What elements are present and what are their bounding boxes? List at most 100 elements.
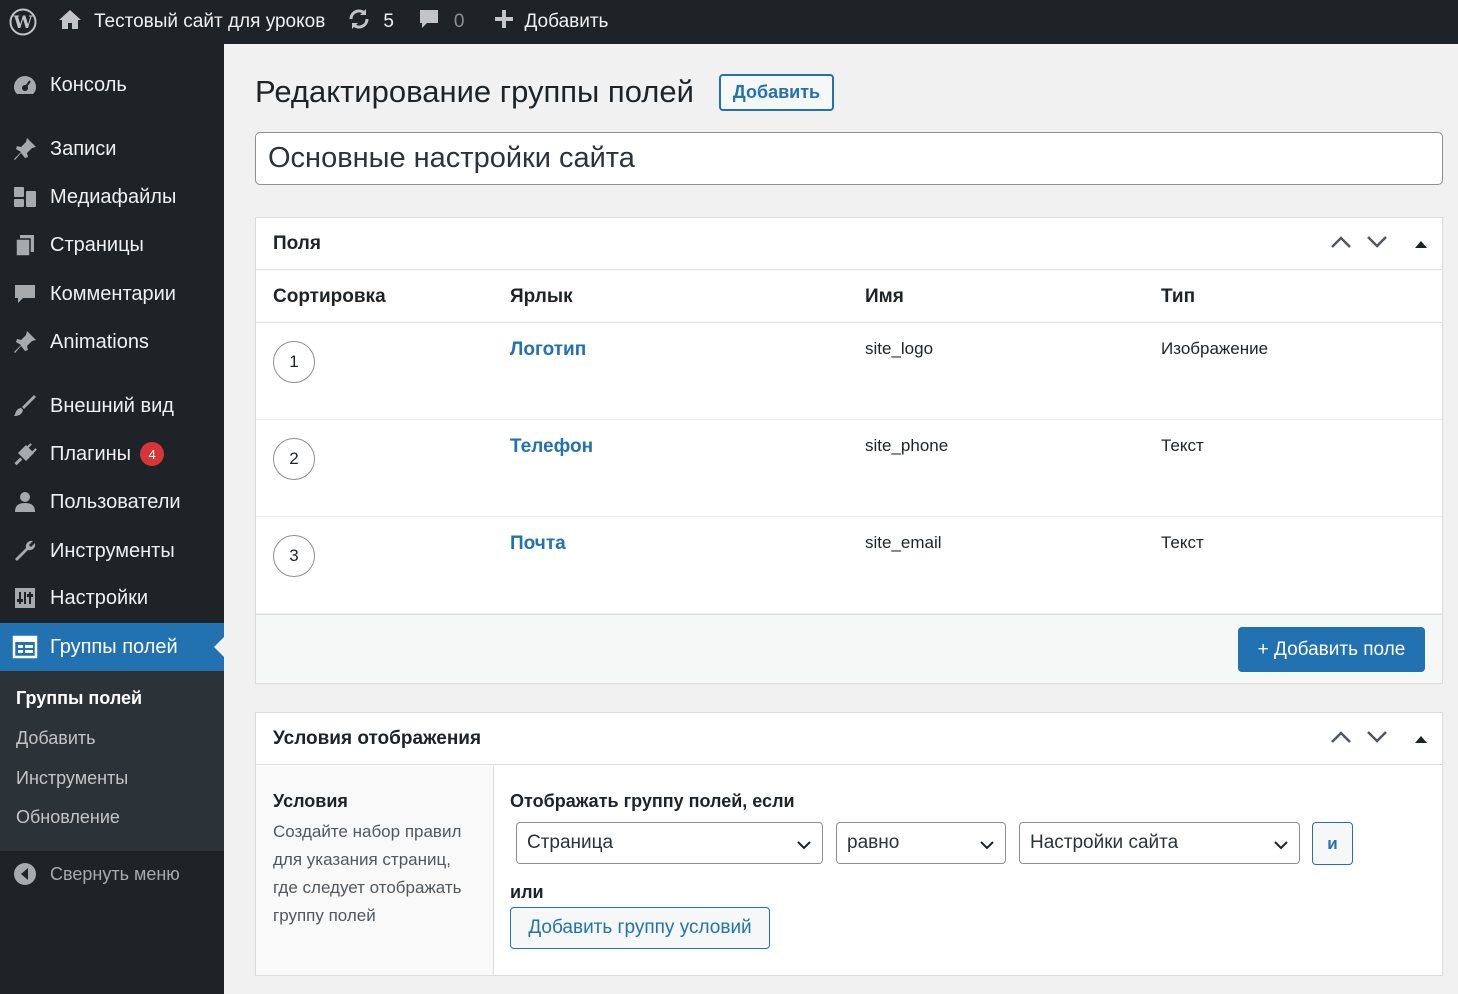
home-icon <box>58 8 82 36</box>
pin-icon <box>0 329 50 355</box>
rule-operator-value: равно <box>847 832 900 853</box>
column-header-order: Сортировка <box>273 286 386 307</box>
refresh-icon <box>347 7 371 37</box>
collapse-toggle-icon[interactable] <box>1414 728 1428 750</box>
sidebar-item-tools[interactable]: Инструменты <box>0 527 224 575</box>
sidebar-item-pages[interactable]: Страницы <box>0 221 224 269</box>
page-title: Редактирование группы полей <box>255 74 694 109</box>
updates-count: 5 <box>383 11 394 32</box>
chevron-up-icon[interactable] <box>1330 233 1352 255</box>
sidebar-item-media[interactable]: Медиафайлы <box>0 173 224 221</box>
settings-icon <box>0 586 50 610</box>
field-group-title-input[interactable]: Основные настройки сайта <box>255 132 1443 185</box>
fields-postbox: Поля Сортировка Ярлык Имя Тип 1 Логотип … <box>255 217 1443 684</box>
rule-value-value: Настройки сайта <box>1030 832 1179 853</box>
submenu-item-add[interactable]: Добавить <box>16 728 96 749</box>
plugin-icon <box>0 441 50 467</box>
collapse-menu-button[interactable]: Свернуть меню <box>0 856 224 892</box>
field-groups-submenu: Группы полей Добавить Инструменты Обновл… <box>0 671 224 851</box>
field-type: Текст <box>1161 533 1204 552</box>
comments-link[interactable]: 0 <box>418 0 465 44</box>
chevron-down-icon <box>1273 836 1289 858</box>
rules-description: Создайте набор правил для указания стран… <box>273 822 462 925</box>
location-rules-postbox: Условия отображения Условия Создайте наб… <box>255 712 1443 976</box>
chevron-down-icon <box>979 836 995 858</box>
user-icon <box>0 490 50 514</box>
pin-icon <box>0 136 50 162</box>
field-name: site_logo <box>865 339 934 358</box>
sidebar-item-plugins[interactable]: Плагины 4 <box>0 430 224 478</box>
wrench-icon <box>0 538 50 564</box>
collapse-toggle-icon[interactable] <box>1414 233 1428 255</box>
table-row[interactable]: 1 Логотип site_logo Изображение <box>256 323 1442 420</box>
updates-link[interactable]: 5 <box>347 0 394 44</box>
order-handle[interactable]: 2 <box>273 438 315 480</box>
or-label: или <box>510 882 544 902</box>
rule-value-select[interactable]: Настройки сайта <box>1019 822 1300 864</box>
rule-param-select[interactable]: Страница <box>516 822 823 864</box>
fields-postbox-header: Поля <box>256 218 1442 270</box>
location-rules-header: Условия отображения <box>256 713 1442 765</box>
order-handle[interactable]: 3 <box>273 535 315 577</box>
admin-sidebar: Консоль Записи Медиафайлы Страницы Комме… <box>0 44 224 994</box>
sidebar-item-animations[interactable]: Animations <box>0 318 224 366</box>
brush-icon <box>0 393 50 419</box>
collapse-arrow-icon <box>0 862 50 886</box>
field-type: Изображение <box>1161 339 1269 358</box>
rules-description-panel: Условия Создайте набор правил для указан… <box>256 766 494 975</box>
field-label-link[interactable]: Телефон <box>510 436 593 458</box>
new-content-label: Добавить <box>524 11 609 32</box>
chevron-down-icon[interactable] <box>1366 233 1388 255</box>
sidebar-item-settings[interactable]: Настройки <box>0 574 224 622</box>
add-rule-group-button[interactable]: Добавить группу условий <box>510 907 770 949</box>
fields-postbox-title: Поля <box>273 232 321 254</box>
new-content-link[interactable]: Добавить <box>494 0 608 44</box>
collapse-menu-label: Свернуть меню <box>50 863 180 884</box>
comment-icon <box>0 282 50 306</box>
rule-group-label: Отображать группу полей, если <box>510 791 795 811</box>
sidebar-item-comments[interactable]: Комментарии <box>0 270 224 318</box>
submenu-item-tools[interactable]: Инструменты <box>16 768 128 789</box>
submenu-item-updates[interactable]: Обновление <box>16 807 120 828</box>
media-icon <box>0 185 50 209</box>
add-and-rule-button[interactable]: и <box>1312 822 1353 865</box>
sidebar-item-dashboard[interactable]: Консоль <box>0 61 224 109</box>
field-label-link[interactable]: Логотип <box>510 339 586 361</box>
wordpress-logo-icon[interactable]: W <box>0 0 46 44</box>
add-field-group-button[interactable]: Добавить <box>719 74 834 111</box>
sidebar-item-field-groups[interactable]: Группы полей <box>0 623 224 671</box>
svg-text:W: W <box>12 13 33 33</box>
rules-heading: Условия <box>273 791 348 811</box>
plugins-update-badge: 4 <box>140 442 165 466</box>
site-title: Тестовый сайт для уроков <box>94 11 326 32</box>
sidebar-item-appearance[interactable]: Внешний вид <box>0 382 224 430</box>
sidebar-item-users[interactable]: Пользователи <box>0 478 224 526</box>
table-row[interactable]: 3 Почта site_email Текст <box>256 517 1442 614</box>
sidebar-item-posts[interactable]: Записи <box>0 125 224 173</box>
order-handle[interactable]: 1 <box>273 341 315 383</box>
chevron-down-icon[interactable] <box>1366 728 1388 750</box>
table-icon <box>0 635 50 659</box>
rule-operator-select[interactable]: равно <box>836 822 1006 864</box>
rule-param-value: Страница <box>527 832 614 853</box>
chevron-up-icon[interactable] <box>1330 728 1352 750</box>
fields-table-header: Сортировка Ярлык Имя Тип <box>256 270 1442 323</box>
pages-icon <box>0 233 50 257</box>
dashboard-icon <box>0 73 50 97</box>
plus-icon <box>494 9 514 35</box>
field-type: Текст <box>1161 436 1204 455</box>
chevron-down-icon <box>796 836 812 858</box>
field-name: site_phone <box>865 436 949 455</box>
comment-icon <box>418 8 440 36</box>
submenu-item-field-groups[interactable]: Группы полей <box>16 688 142 709</box>
column-header-label: Ярлык <box>510 286 573 307</box>
site-name-link[interactable]: Тестовый сайт для уроков <box>58 0 325 44</box>
location-rules-title: Условия отображения <box>273 727 482 749</box>
field-label-link[interactable]: Почта <box>510 533 566 555</box>
fields-table: Сортировка Ярлык Имя Тип 1 Логотип site_… <box>256 270 1442 614</box>
comments-count: 0 <box>453 11 465 32</box>
add-field-button[interactable]: + Добавить поле <box>1238 627 1425 672</box>
table-row[interactable]: 2 Телефон site_phone Текст <box>256 420 1442 517</box>
fields-footer: + Добавить поле <box>256 614 1442 683</box>
admin-bar: W Тестовый сайт для уроков 5 0 Добавить <box>0 0 1458 44</box>
